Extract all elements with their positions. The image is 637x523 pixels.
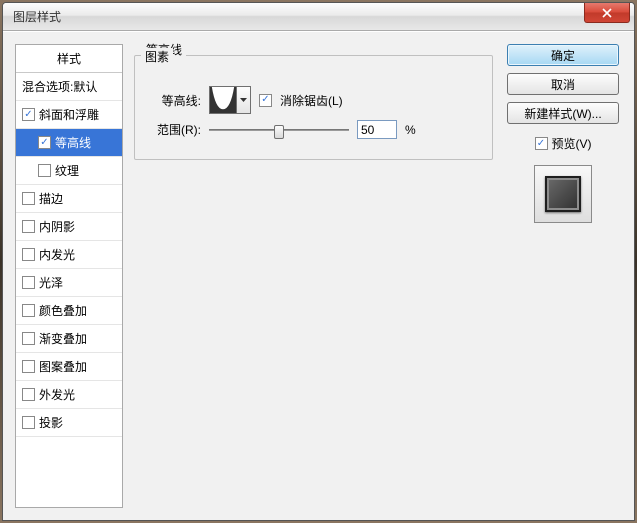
range-input[interactable]: [357, 120, 397, 139]
style-inner-shadow[interactable]: 内阴影: [16, 213, 122, 241]
close-icon: [602, 8, 612, 18]
preview-swatch: [545, 176, 581, 212]
style-contour[interactable]: 等高线: [16, 129, 122, 157]
checkbox-icon[interactable]: [22, 108, 35, 121]
fieldset-legend: 图素: [141, 48, 173, 65]
style-drop-shadow[interactable]: 投影: [16, 409, 122, 437]
checkbox-icon[interactable]: [22, 388, 35, 401]
cancel-button[interactable]: 取消: [507, 73, 619, 95]
contour-curve-icon: [210, 87, 236, 113]
ok-button[interactable]: 确定: [507, 44, 619, 66]
dialog-content: 样式 混合选项:默认 斜面和浮雕 等高线 纹理 描边 内阴影 内发光 光泽 颜色…: [3, 31, 634, 520]
action-panel: 确定 取消 新建样式(W)... 预览(V): [504, 44, 622, 508]
checkbox-icon[interactable]: [22, 192, 35, 205]
styles-list: 样式 混合选项:默认 斜面和浮雕 等高线 纹理 描边 内阴影 内发光 光泽 颜色…: [15, 44, 123, 508]
contour-dropdown[interactable]: [237, 86, 251, 114]
checkbox-icon[interactable]: [38, 164, 51, 177]
anti-alias-label: 消除锯齿(L): [280, 92, 343, 109]
contour-picker[interactable]: [209, 86, 237, 114]
style-blend-options[interactable]: 混合选项:默认: [16, 73, 122, 101]
contour-label: 等高线:: [145, 92, 201, 109]
style-color-overlay[interactable]: 颜色叠加: [16, 297, 122, 325]
checkbox-icon[interactable]: [22, 220, 35, 233]
preview-label: 预览(V): [552, 135, 592, 152]
styles-header: 样式: [16, 45, 122, 73]
new-style-button[interactable]: 新建样式(W)...: [507, 102, 619, 124]
percent-label: %: [405, 123, 416, 137]
settings-panel: 等高线 图素 等高线: 消: [133, 44, 494, 508]
preview-thumbnail: [534, 165, 592, 223]
checkbox-icon[interactable]: [22, 248, 35, 261]
style-outer-glow[interactable]: 外发光: [16, 381, 122, 409]
range-label: 范围(R):: [145, 121, 201, 138]
style-bevel-emboss[interactable]: 斜面和浮雕: [16, 101, 122, 129]
style-stroke[interactable]: 描边: [16, 185, 122, 213]
preview-checkbox[interactable]: [535, 137, 548, 150]
layer-style-dialog: 图层样式 样式 混合选项:默认 斜面和浮雕 等高线 纹理 描边 内阴影 内发光 …: [2, 2, 635, 521]
checkbox-icon[interactable]: [22, 360, 35, 373]
checkbox-icon[interactable]: [38, 136, 51, 149]
elements-fieldset: 图素 等高线: 消除锯齿(L): [134, 55, 493, 160]
style-pattern-overlay[interactable]: 图案叠加: [16, 353, 122, 381]
slider-thumb[interactable]: [274, 125, 284, 139]
anti-alias-checkbox[interactable]: [259, 94, 272, 107]
checkbox-icon[interactable]: [22, 276, 35, 289]
checkbox-icon[interactable]: [22, 416, 35, 429]
style-satin[interactable]: 光泽: [16, 269, 122, 297]
chevron-down-icon: [240, 98, 247, 102]
close-button[interactable]: [584, 3, 630, 23]
style-texture[interactable]: 纹理: [16, 157, 122, 185]
checkbox-icon[interactable]: [22, 332, 35, 345]
range-slider[interactable]: [209, 121, 349, 139]
window-title: 图层样式: [13, 8, 61, 25]
checkbox-icon[interactable]: [22, 304, 35, 317]
style-inner-glow[interactable]: 内发光: [16, 241, 122, 269]
titlebar[interactable]: 图层样式: [3, 3, 634, 31]
style-gradient-overlay[interactable]: 渐变叠加: [16, 325, 122, 353]
